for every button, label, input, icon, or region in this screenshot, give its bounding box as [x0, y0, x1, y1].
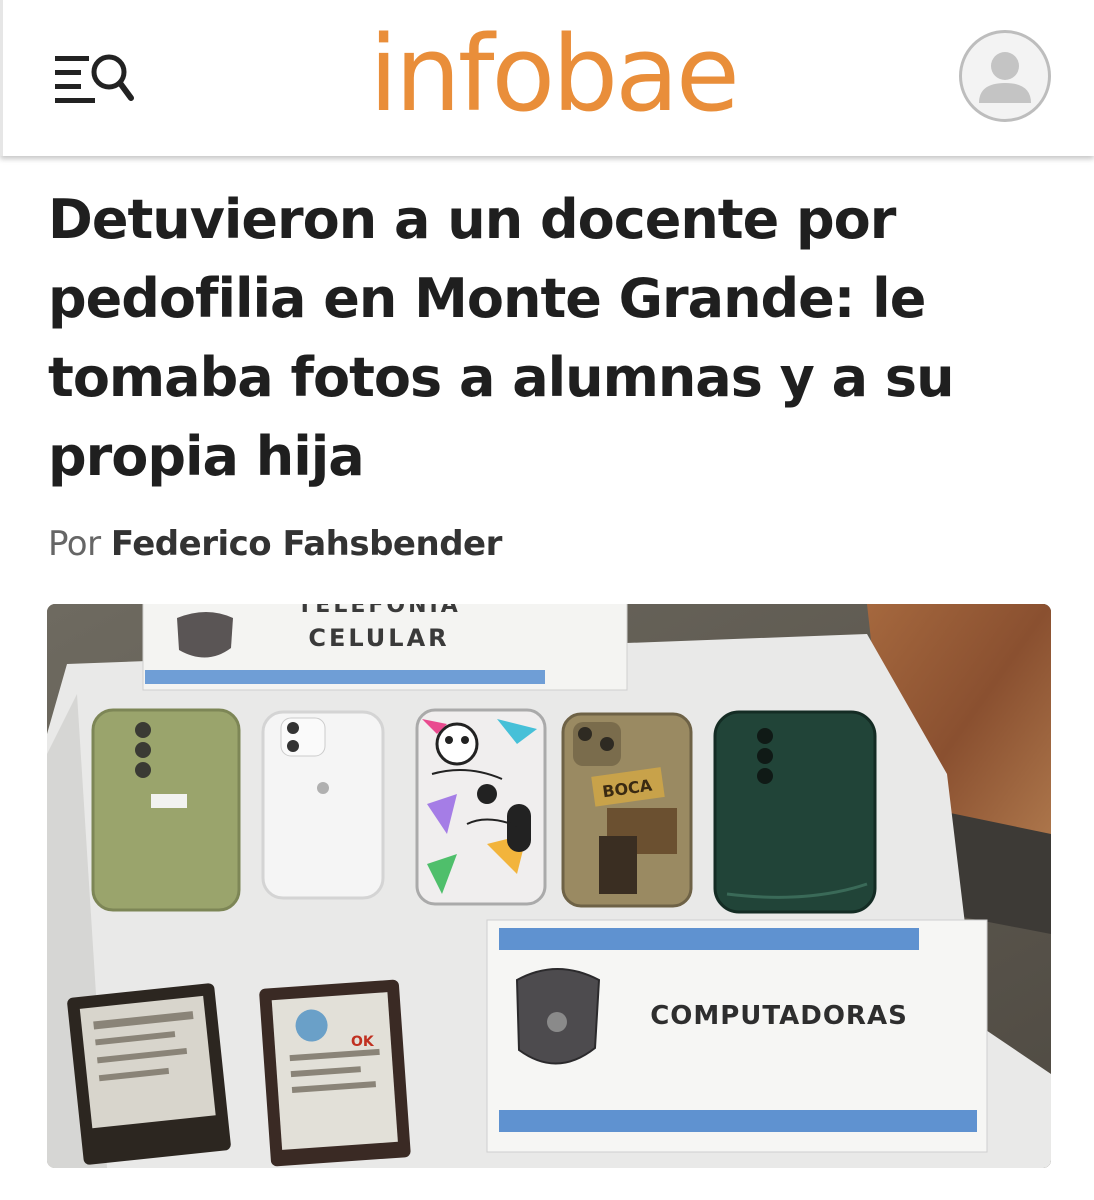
byline-prefix: Por: [48, 524, 101, 564]
phone-white: [261, 710, 385, 900]
police-badge-icon: [177, 612, 233, 658]
top-bar: infobae: [0, 0, 1094, 156]
sign-line-2: CELULAR: [308, 624, 449, 652]
article-headline: Detuvieron a un docente por pedofilia en…: [48, 188, 955, 488]
infobae-logo[interactable]: infobae: [333, 14, 773, 134]
menu-search-icon[interactable]: [51, 46, 135, 110]
hard-drive-left: [67, 983, 231, 1165]
phone-dark-green: [713, 710, 877, 914]
article-byline: Por Federico Fahsbender: [48, 518, 502, 570]
author-link[interactable]: Federico Fahsbender: [111, 524, 502, 564]
sign-computadoras: COMPUTADORAS: [486, 919, 988, 1153]
phone-boca-case: BOCA: [561, 712, 693, 908]
drive-label-text: OK: [351, 1034, 375, 1050]
article-photo[interactable]: TELEFONIA CELULAR BOCA OK COMPUTADORAS: [47, 604, 1051, 1168]
sign-computadoras-text: COMPUTADORAS: [650, 1001, 908, 1031]
sign-telefonia-celular: TELEFONIA CELULAR: [142, 604, 628, 691]
hard-drive-right: OK: [259, 979, 411, 1167]
user-avatar-icon[interactable]: [959, 30, 1051, 122]
sign-line-1: TELEFONIA: [297, 604, 460, 618]
phone-green: [91, 708, 241, 912]
phone-cartoon-case: [415, 708, 547, 906]
